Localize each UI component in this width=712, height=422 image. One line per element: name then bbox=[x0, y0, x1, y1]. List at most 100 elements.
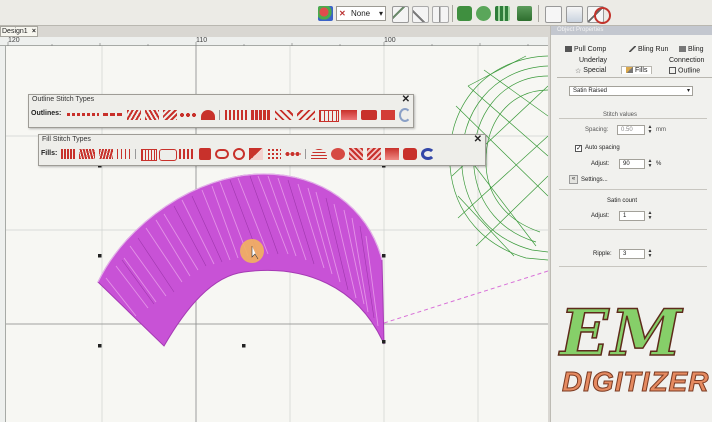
divider bbox=[557, 77, 712, 78]
fills-label: Fills: bbox=[41, 150, 58, 157]
bead-icon[interactable] bbox=[179, 110, 197, 120]
star-icon: ☆ bbox=[575, 68, 582, 76]
ruler-top: 120 110 100 bbox=[0, 37, 548, 46]
chain-stitch-icon[interactable] bbox=[297, 110, 315, 120]
spacing-input[interactable]: 0.50 bbox=[617, 125, 645, 135]
tab-label: Special bbox=[583, 67, 607, 74]
thread-select[interactable]: ✕ None ▾ bbox=[336, 6, 386, 21]
tab-special[interactable]: ☆ Special bbox=[575, 67, 607, 76]
tab-outline[interactable]: Outline bbox=[669, 67, 700, 74]
close-icon[interactable]: × bbox=[32, 27, 36, 36]
no-symbol-icon[interactable] bbox=[594, 7, 611, 24]
contour-fill-icon[interactable] bbox=[141, 149, 157, 161]
arc-stitch-icon[interactable] bbox=[201, 110, 215, 120]
outline-curve-icon[interactable] bbox=[399, 108, 411, 122]
outline-pattern-a-icon[interactable] bbox=[341, 110, 357, 120]
spiral-fill-icon[interactable] bbox=[215, 149, 229, 159]
digitize-a-icon[interactable] bbox=[457, 6, 472, 21]
motif-fill-icon[interactable] bbox=[179, 149, 195, 159]
tab-label: Design1 bbox=[2, 28, 28, 35]
digitize-c-icon[interactable] bbox=[495, 6, 510, 21]
stemstitch-icon[interactable] bbox=[127, 110, 141, 120]
radial-fill-icon[interactable] bbox=[159, 149, 177, 161]
fill-type-select[interactable]: Satin Raised ▾ bbox=[569, 86, 693, 96]
satin-outline-icon[interactable] bbox=[163, 110, 177, 120]
textured-fill-icon[interactable] bbox=[199, 148, 211, 160]
digitize-b-icon[interactable] bbox=[476, 6, 491, 21]
satin-adjust-input[interactable]: 1 bbox=[619, 211, 645, 221]
satin-border-icon[interactable] bbox=[319, 110, 339, 122]
tab-underlay[interactable]: Underlay bbox=[579, 57, 607, 64]
auto-spacing-label: Auto spacing bbox=[585, 145, 620, 151]
spacing-stepper[interactable]: ▲ ▼ bbox=[647, 125, 653, 135]
lines-c-icon[interactable] bbox=[432, 6, 449, 23]
close-icon[interactable]: ✕ bbox=[474, 134, 482, 145]
toolbar-title: Outline Stitch Types bbox=[32, 96, 95, 103]
satin-adjust-stepper[interactable]: ▲ ▼ bbox=[647, 211, 653, 221]
node-b-icon[interactable] bbox=[566, 6, 583, 23]
settings-button[interactable]: Settings... bbox=[581, 177, 608, 183]
auto-spacing-checkbox[interactable]: ✓ bbox=[575, 145, 582, 152]
crosshatch-fill-icon[interactable] bbox=[349, 148, 363, 160]
connector-line bbox=[383, 270, 548, 324]
stitch-values-heading: Stitch values bbox=[601, 112, 640, 118]
tatami-fill-icon[interactable] bbox=[79, 149, 95, 159]
toolbar-title: Fill Stitch Types bbox=[42, 136, 91, 143]
adjust-stepper[interactable]: ▲ ▼ bbox=[647, 159, 653, 169]
adjust-input[interactable]: 90 bbox=[619, 159, 645, 169]
node-a-icon[interactable] bbox=[545, 6, 562, 23]
e-stitch-icon[interactable] bbox=[225, 110, 247, 120]
puffy-fill-icon[interactable] bbox=[331, 148, 345, 160]
fills-icon bbox=[626, 67, 633, 74]
divider bbox=[559, 118, 707, 119]
circle-fill-icon[interactable] bbox=[233, 148, 245, 160]
tab-pull-comp[interactable]: Pull Comp bbox=[565, 46, 606, 53]
bead-fill-icon[interactable] bbox=[285, 149, 301, 159]
running-stitch-icon[interactable] bbox=[67, 113, 99, 116]
outline-stitch-toolbar: Outline Stitch Types ✕ Outlines: bbox=[28, 94, 414, 128]
triple-run-icon[interactable] bbox=[103, 113, 123, 116]
weave-fill-icon[interactable] bbox=[367, 148, 381, 160]
tab-bling[interactable]: Bling bbox=[679, 46, 704, 53]
ripple-stepper[interactable]: ▲ ▼ bbox=[647, 249, 653, 259]
tab-label: Bling bbox=[688, 46, 704, 53]
lines-b-icon[interactable] bbox=[412, 6, 429, 23]
separator bbox=[452, 5, 453, 22]
tab-label: Fills bbox=[635, 67, 648, 74]
solid-fill-icon[interactable] bbox=[403, 148, 417, 160]
digitize-d-icon[interactable] bbox=[517, 6, 532, 21]
divider bbox=[559, 266, 707, 267]
close-icon[interactable]: ✕ bbox=[402, 94, 410, 105]
ripple-input[interactable]: 3 bbox=[619, 249, 645, 259]
tab-bling-run[interactable]: Bling Run bbox=[629, 46, 668, 53]
blanket-stitch-icon[interactable] bbox=[251, 110, 271, 120]
color-wheel-icon[interactable] bbox=[318, 6, 333, 21]
tab-fills[interactable]: Fills bbox=[621, 66, 653, 74]
satin-fill-object bbox=[97, 173, 385, 347]
tab-connection[interactable]: Connection bbox=[669, 57, 704, 64]
dots-fill-icon[interactable] bbox=[267, 148, 281, 160]
lines-a-icon[interactable] bbox=[392, 6, 409, 23]
backstitch-icon[interactable] bbox=[145, 110, 159, 120]
main-toolbar: ✕ None ▾ bbox=[0, 0, 712, 26]
separator bbox=[538, 5, 539, 22]
zigzag-fill-icon[interactable] bbox=[99, 149, 113, 159]
fill-type-value: Satin Raised bbox=[573, 88, 608, 94]
curved-fill-icon[interactable] bbox=[311, 149, 327, 159]
outline-pattern-b-icon[interactable] bbox=[361, 110, 377, 120]
shaded-fill-icon[interactable] bbox=[385, 148, 399, 160]
spacing-value: 0.50 bbox=[621, 127, 633, 133]
step-fill-icon[interactable] bbox=[117, 149, 131, 159]
satin-fill-icon[interactable] bbox=[61, 149, 75, 159]
zigzag-outline-icon[interactable] bbox=[275, 110, 293, 120]
adjust-label: Adjust: bbox=[591, 161, 610, 167]
outline-pattern-c-icon[interactable] bbox=[381, 110, 395, 120]
fill-curve-icon[interactable] bbox=[421, 148, 435, 160]
none-stitch-icon: ✕ bbox=[339, 9, 346, 18]
thread-select-value: None bbox=[351, 9, 371, 18]
settings-expand-icon[interactable]: « bbox=[569, 175, 578, 184]
tab-design1[interactable]: Design1 × bbox=[0, 26, 38, 37]
separator bbox=[135, 149, 136, 159]
fill-stitch-toolbar: Fill Stitch Types ✕ Fills: bbox=[38, 134, 486, 166]
gradient-fill-icon[interactable] bbox=[249, 148, 263, 160]
